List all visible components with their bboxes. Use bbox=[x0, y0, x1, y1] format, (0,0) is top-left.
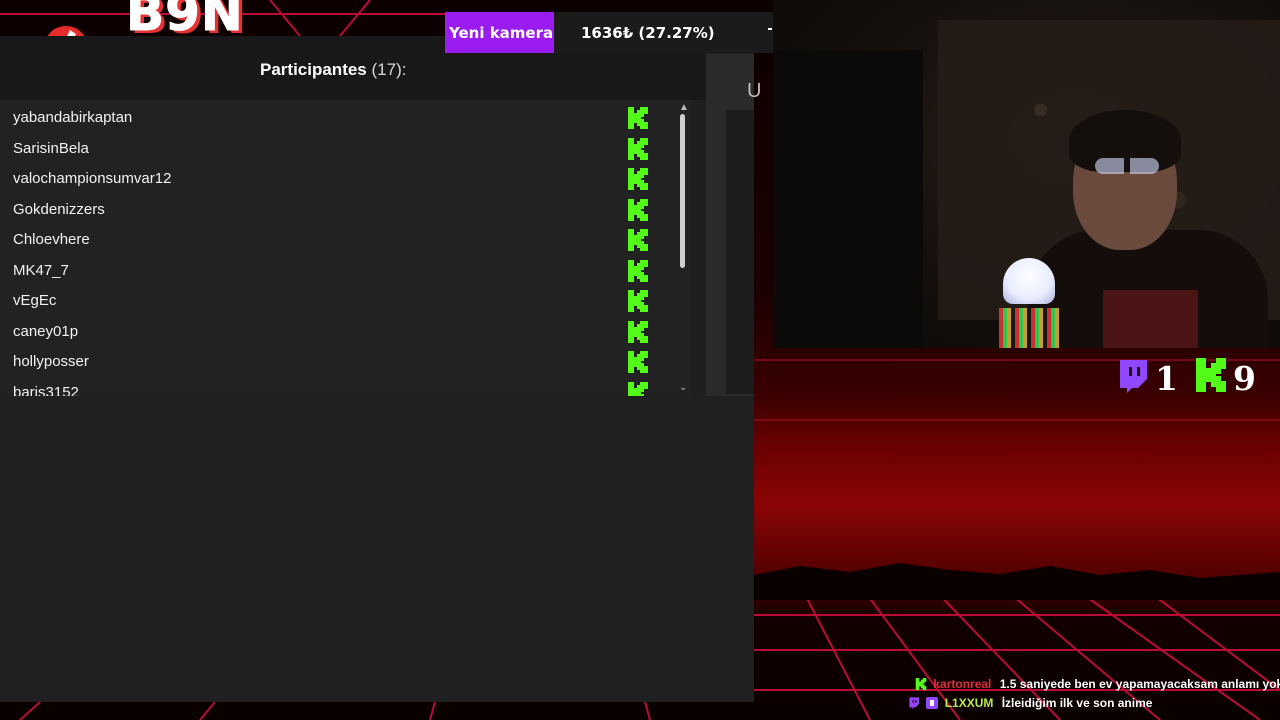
participant-row[interactable]: hollyposser bbox=[0, 346, 690, 376]
camera-label: Yeni kamera bbox=[445, 12, 554, 53]
webcam-feed bbox=[773, 0, 1280, 348]
twitch-icon bbox=[909, 697, 919, 709]
kick-icon bbox=[628, 381, 648, 396]
chat-text: İzleidiğim ilk ve son anime bbox=[1001, 696, 1153, 710]
shirt-print bbox=[1103, 290, 1198, 348]
participants-title-label: Participantes bbox=[260, 60, 367, 79]
participant-name: yabandabirkaptan bbox=[13, 109, 133, 126]
participant-row[interactable]: valochampionsumvar12 bbox=[0, 163, 690, 193]
scrollbar-thumb[interactable] bbox=[680, 114, 685, 268]
empty-content-area bbox=[0, 396, 754, 702]
participant-name: vEgEc bbox=[13, 292, 57, 309]
participant-name: caney01p bbox=[13, 322, 79, 340]
twitch-count: 1 bbox=[1155, 359, 1178, 398]
participant-name: baris3152 bbox=[13, 383, 79, 397]
participants-scrollbar[interactable]: ▲ ⌄ bbox=[676, 102, 690, 398]
participant-name: Chloevhere bbox=[13, 231, 90, 248]
follower-counts: 1 9 bbox=[1117, 357, 1267, 398]
kick-icon bbox=[628, 107, 648, 129]
participant-row[interactable]: yabandabirkaptan bbox=[0, 102, 690, 132]
badge-icon bbox=[926, 697, 939, 709]
side-panel: U bbox=[706, 54, 761, 406]
microphone-head bbox=[1003, 258, 1055, 304]
kick-icon bbox=[915, 678, 927, 690]
chat-username: kartonreal bbox=[933, 677, 992, 691]
participants-list[interactable]: yabandabirkaptan SarisinBela valochampions… bbox=[0, 100, 690, 396]
stats-divider bbox=[768, 28, 772, 30]
kick-icon bbox=[628, 259, 648, 282]
chat-text: 1.5 saniyede ben ev yapamayacaksam anlam… bbox=[999, 677, 1280, 691]
participant-row[interactable]: Chloevhere bbox=[0, 224, 690, 254]
kick-icon bbox=[628, 198, 648, 221]
kick-count: 9 bbox=[1233, 359, 1256, 398]
kick-icon bbox=[1196, 358, 1226, 392]
participant-row[interactable]: caney01p bbox=[0, 316, 690, 346]
microphone-led-base bbox=[999, 308, 1059, 348]
chat-message: kartonreal 1.5 saniyede ben ev yapamayac… bbox=[915, 677, 1280, 695]
participant-name: valochampionsumvar12 bbox=[13, 170, 172, 187]
participants-title: Participantes (17): bbox=[260, 60, 406, 80]
participants-count: (17): bbox=[371, 60, 407, 79]
chat-message: L1XXUM İzleidiğim ilk ve son anime bbox=[908, 696, 1152, 714]
side-panel-label: U bbox=[747, 80, 762, 102]
donation-stats: 1636₺ (27.27%) bbox=[554, 12, 774, 53]
glasses-reflection bbox=[1095, 158, 1159, 174]
participants-panel: Participantes (17): yabandabirkaptan Sari… bbox=[0, 36, 761, 702]
participant-row[interactable]: SarisinBela bbox=[0, 133, 690, 163]
kick-icon bbox=[628, 229, 648, 251]
kick-icon bbox=[628, 290, 648, 312]
stream-overlay: B9N Participantes (17): yabandabirkaptan… bbox=[0, 0, 1280, 720]
participant-row[interactable]: baris3152 bbox=[0, 377, 690, 397]
kick-icon bbox=[628, 320, 648, 343]
participant-row[interactable]: vEgEc bbox=[0, 285, 690, 315]
participant-row[interactable]: MK47_7 bbox=[0, 255, 690, 285]
chat-username: L1XXUM bbox=[944, 696, 994, 710]
scroll-up-arrow-icon[interactable]: ▲ bbox=[679, 102, 689, 113]
participant-name: MK47_7 bbox=[13, 261, 69, 279]
participant-name: SarisinBela bbox=[13, 139, 89, 157]
microphone-icon bbox=[999, 258, 1059, 348]
participant-row[interactable]: Gokdenizzers bbox=[0, 194, 690, 224]
kick-icon bbox=[628, 168, 648, 190]
participant-name: hollyposser bbox=[13, 353, 89, 370]
scroll-down-arrow-icon[interactable]: ⌄ bbox=[679, 382, 687, 393]
kick-icon bbox=[628, 137, 648, 160]
participant-name: Gokdenizzers bbox=[13, 200, 105, 218]
twitch-icon bbox=[1120, 360, 1147, 393]
dark-doorway bbox=[773, 50, 923, 348]
kick-icon bbox=[628, 351, 648, 373]
side-panel-content bbox=[726, 110, 754, 394]
